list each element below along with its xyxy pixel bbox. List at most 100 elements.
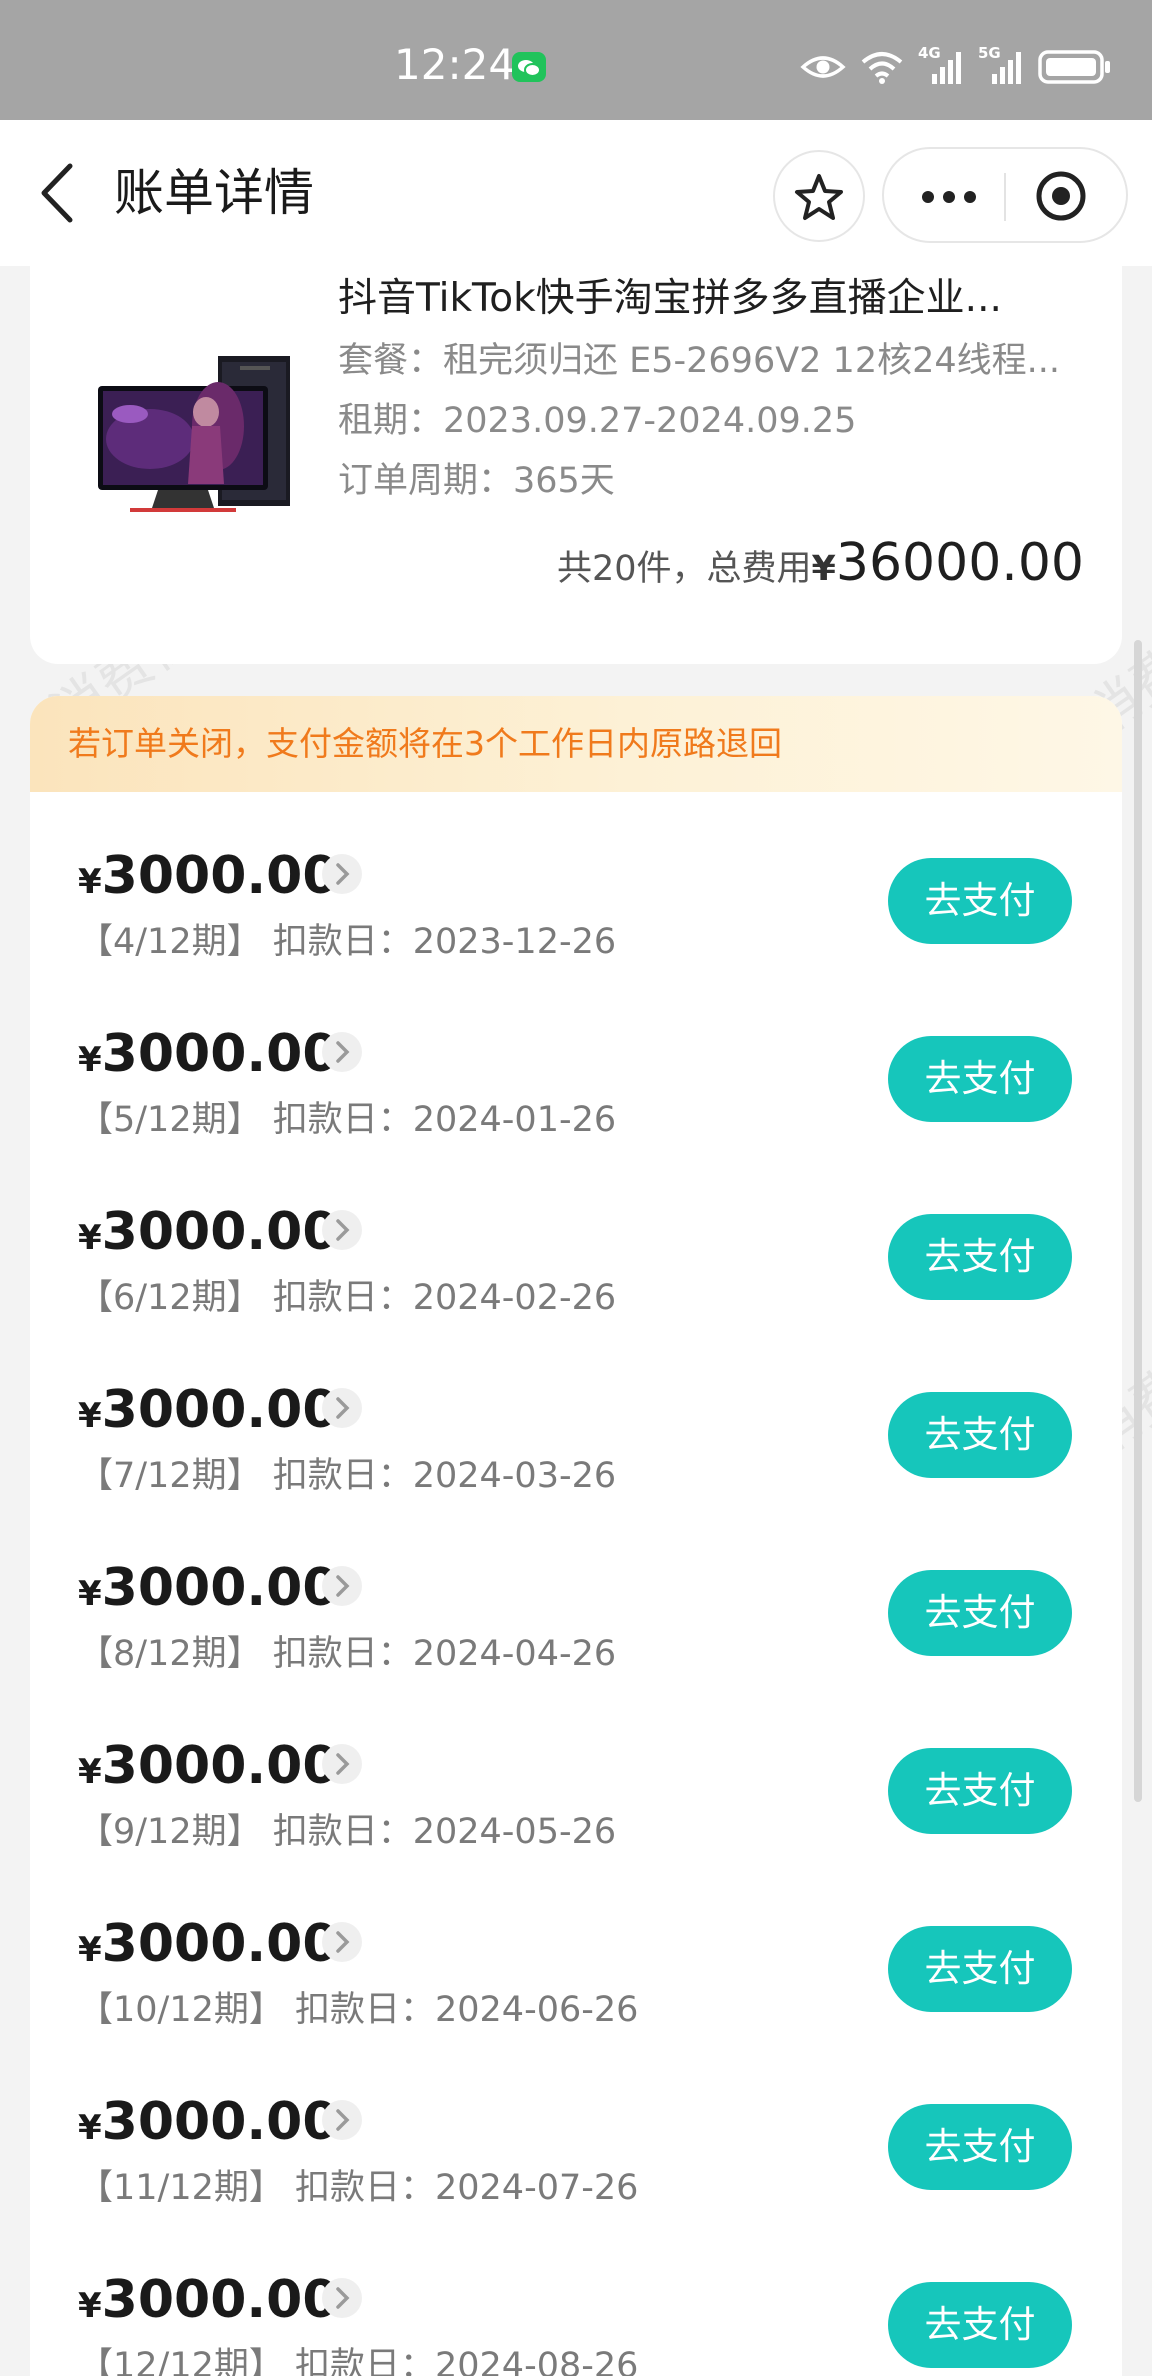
bill-row: ¥3000.00 【8/12期】 扣款日：2024-04-26 去支付 — [30, 1552, 1122, 1730]
bill-row: ¥3000.00 【12/12期】 扣款日：2024-08-26 去支付 — [30, 2264, 1122, 2376]
total-currency: ¥ — [811, 549, 836, 589]
pay-button[interactable]: 去支付 — [888, 1392, 1072, 1478]
bill-period: 【12/12期】 扣款日：2024-08-26 — [78, 2346, 639, 2376]
chevron-right-icon — [336, 1575, 350, 1597]
bill-detail-chevron[interactable] — [322, 1744, 362, 1784]
bill-currency: ¥ — [78, 2108, 102, 2148]
pay-button[interactable]: 去支付 — [888, 858, 1072, 944]
bill-amount[interactable]: ¥3000.00 — [78, 2264, 339, 2342]
bill-amount-value: 3000.00 — [101, 2270, 339, 2330]
favorite-button[interactable] — [773, 150, 865, 242]
chevron-right-icon — [336, 2109, 350, 2131]
bill-period: 【5/12期】 扣款日：2024-01-26 — [78, 1100, 617, 1140]
product-card[interactable]: 抖音TikTok快手淘宝拼多多直播企业... 套餐：租完须归还 E5-2696V… — [30, 266, 1122, 664]
mini-program-capsule — [882, 147, 1128, 243]
bill-period: 【8/12期】 扣款日：2024-04-26 — [78, 1634, 617, 1674]
pay-button[interactable]: 去支付 — [888, 1748, 1072, 1834]
pay-button[interactable]: 去支付 — [888, 2282, 1072, 2368]
bill-currency: ¥ — [78, 1574, 102, 1614]
pay-button[interactable]: 去支付 — [888, 1926, 1072, 2012]
chevron-right-icon — [336, 1219, 350, 1241]
status-time: 12:24 — [394, 40, 516, 89]
bill-period: 【4/12期】 扣款日：2023-12-26 — [78, 922, 617, 962]
scrollbar-thumb[interactable] — [1134, 640, 1142, 1802]
bill-period: 【6/12期】 扣款日：2024-02-26 — [78, 1278, 617, 1318]
bill-detail-chevron[interactable] — [322, 854, 362, 894]
chevron-right-icon — [336, 1041, 350, 1063]
bill-amount[interactable]: ¥3000.00 — [78, 1730, 339, 1808]
wechat-notification-icon — [512, 52, 546, 82]
more-dots-icon — [922, 191, 976, 203]
chevron-right-icon — [336, 863, 350, 885]
bill-amount-value: 3000.00 — [101, 2092, 339, 2152]
bill-row: ¥3000.00 【5/12期】 扣款日：2024-01-26 去支付 — [30, 1018, 1122, 1196]
status-icons: 4G 5G — [800, 44, 1112, 86]
bill-amount[interactable]: ¥3000.00 — [78, 1552, 339, 1630]
close-miniprogram-button[interactable] — [1016, 163, 1106, 229]
signal-5g-icon: 5G — [978, 44, 1024, 86]
chevron-right-icon — [336, 1397, 350, 1419]
product-title: 抖音TikTok快手淘宝拼多多直播企业... — [338, 276, 1002, 321]
bill-amount-value: 3000.00 — [101, 1380, 339, 1440]
bill-currency: ¥ — [78, 862, 102, 902]
product-package: 套餐：租完须归还 E5-2696V2 12核24线程... — [338, 341, 1060, 381]
bill-period: 【9/12期】 扣款日：2024-05-26 — [78, 1812, 617, 1852]
bill-detail-chevron[interactable] — [322, 1210, 362, 1250]
pay-button[interactable]: 去支付 — [888, 1570, 1072, 1656]
bill-detail-chevron[interactable] — [322, 1388, 362, 1428]
bill-currency: ¥ — [78, 2286, 102, 2326]
bill-amount[interactable]: ¥3000.00 — [78, 840, 339, 918]
bill-row: ¥3000.00 【10/12期】 扣款日：2024-06-26 去支付 — [30, 1908, 1122, 2086]
status-bar: 12:24 4G 5G — [0, 0, 1152, 120]
bill-detail-chevron[interactable] — [322, 1566, 362, 1606]
bill-period: 【7/12期】 扣款日：2024-03-26 — [78, 1456, 617, 1496]
rental-period: 租期：2023.09.27-2024.09.25 — [338, 401, 857, 441]
bill-amount-value: 3000.00 — [101, 1202, 339, 1262]
bill-row: ¥3000.00 【11/12期】 扣款日：2024-07-26 去支付 — [30, 2086, 1122, 2264]
bill-amount[interactable]: ¥3000.00 — [78, 1374, 339, 1452]
bill-amount[interactable]: ¥3000.00 — [78, 1018, 339, 1096]
bill-currency: ¥ — [78, 1752, 102, 1792]
chevron-right-icon — [336, 1931, 350, 1953]
chevron-left-icon — [41, 163, 73, 223]
product-thumbnail — [98, 356, 290, 512]
target-close-icon — [1036, 171, 1086, 221]
refund-notice-text: 若订单关闭，支付金额将在3个工作日内原路退回 — [68, 724, 782, 763]
bill-amount[interactable]: ¥3000.00 — [78, 2086, 339, 2164]
eye-comfort-icon — [800, 56, 846, 78]
capsule-divider — [1004, 173, 1006, 221]
pay-button[interactable]: 去支付 — [888, 1214, 1072, 1300]
bills-card: 若订单关闭，支付金额将在3个工作日内原路退回 ¥3000.00 【4/12期】 … — [30, 696, 1122, 2376]
bill-amount-value: 3000.00 — [101, 1914, 339, 1974]
bill-amount-value: 3000.00 — [101, 846, 339, 906]
bill-detail-chevron[interactable] — [322, 2278, 362, 2318]
more-button[interactable] — [904, 169, 994, 225]
bill-currency: ¥ — [78, 1396, 102, 1436]
star-icon — [795, 174, 843, 220]
bill-amount[interactable]: ¥3000.00 — [78, 1908, 339, 1986]
chevron-right-icon — [336, 1753, 350, 1775]
bill-period: 【10/12期】 扣款日：2024-06-26 — [78, 1990, 639, 2030]
bill-amount-value: 3000.00 — [101, 1736, 339, 1796]
signal-4g-icon: 4G — [918, 44, 964, 86]
page-title: 账单详情 — [114, 164, 314, 222]
bill-amount[interactable]: ¥3000.00 — [78, 1196, 339, 1274]
bill-detail-chevron[interactable] — [322, 1922, 362, 1962]
battery-icon — [1038, 50, 1110, 84]
bill-period: 【11/12期】 扣款日：2024-07-26 — [78, 2168, 639, 2208]
bill-currency: ¥ — [78, 1040, 102, 1080]
bill-detail-chevron[interactable] — [322, 2100, 362, 2140]
total-amount: 36000.00 — [835, 533, 1084, 593]
bill-detail-chevron[interactable] — [322, 1032, 362, 1072]
order-total: 共20件，总费用¥36000.00 — [557, 528, 1084, 604]
title-bar: 账单详情 — [0, 120, 1152, 266]
pay-button[interactable]: 去支付 — [888, 1036, 1072, 1122]
pay-button[interactable]: 去支付 — [888, 2104, 1072, 2190]
back-button[interactable] — [30, 158, 90, 228]
bill-amount-value: 3000.00 — [101, 1024, 339, 1084]
bill-row: ¥3000.00 【6/12期】 扣款日：2024-02-26 去支付 — [30, 1196, 1122, 1374]
bill-currency: ¥ — [78, 1930, 102, 1970]
bill-currency: ¥ — [78, 1218, 102, 1258]
bill-row: ¥3000.00 【9/12期】 扣款日：2024-05-26 去支付 — [30, 1730, 1122, 1908]
bill-amount-value: 3000.00 — [101, 1558, 339, 1618]
